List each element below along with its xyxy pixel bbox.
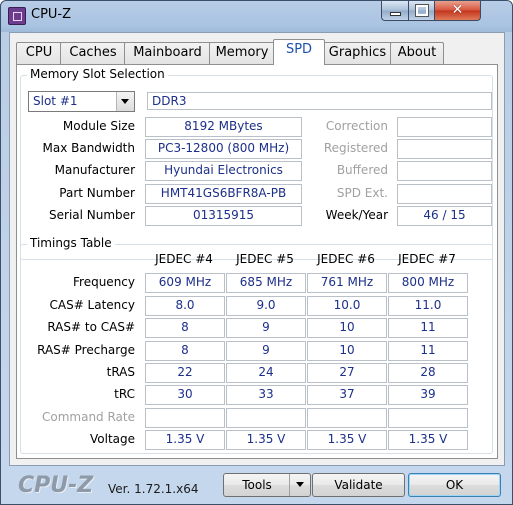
timing-cell: 761 MHz bbox=[307, 273, 387, 293]
buffered-label: Buffered bbox=[336, 163, 388, 177]
slot-select-dropdown[interactable] bbox=[116, 92, 134, 111]
timing-cell: 30 bbox=[145, 385, 225, 405]
timing-cell: 8 bbox=[145, 341, 225, 361]
module-size-label: Module Size bbox=[62, 119, 135, 133]
memory-slot-group: Memory Slot Selection Slot #1 DDR3 Modul… bbox=[20, 67, 493, 260]
chevron-down-icon bbox=[121, 99, 129, 104]
timing-cell: 10 bbox=[307, 318, 387, 338]
timing-cell: 11 bbox=[388, 318, 468, 338]
tab-graphics[interactable]: Graphics bbox=[323, 42, 392, 64]
trc-label: tRC bbox=[114, 387, 135, 401]
slot-select-value: Slot #1 bbox=[33, 94, 78, 108]
timing-cell: 1.35 V bbox=[145, 430, 225, 450]
timing-cell: 1.35 V bbox=[226, 430, 306, 450]
title-bar[interactable]: CPU-Z ✕ bbox=[1, 1, 512, 31]
module-size-field: 8192 MBytes bbox=[145, 117, 302, 137]
spd-ext-label: SPD Ext. bbox=[336, 186, 388, 200]
timing-cell: 10.0 bbox=[307, 296, 387, 316]
spd-ext-field bbox=[397, 184, 492, 204]
timing-cell: 24 bbox=[226, 363, 306, 383]
close-button[interactable]: ✕ bbox=[434, 1, 481, 21]
timing-cell: 1.35 V bbox=[307, 430, 387, 450]
tab-cpu[interactable]: CPU bbox=[16, 42, 62, 64]
timing-cell: 37 bbox=[307, 385, 387, 405]
manufacturer-label: Manufacturer bbox=[54, 163, 135, 177]
footer-bar: CPU-Z Ver. 1.72.1.x64 Tools Validate OK bbox=[1, 466, 512, 504]
timings-group: Timings Table JEDEC #4 JEDEC #5 JEDEC #6… bbox=[20, 236, 493, 454]
frequency-label: Frequency bbox=[73, 275, 135, 289]
timing-cell: 685 MHz bbox=[226, 273, 306, 293]
timing-cell: 1.35 V bbox=[388, 430, 468, 450]
timing-cell: 39 bbox=[388, 385, 468, 405]
window-title: CPU-Z bbox=[31, 7, 72, 22]
part-number-label: Part Number bbox=[59, 186, 135, 200]
correction-label: Correction bbox=[325, 119, 388, 133]
timing-cell bbox=[307, 408, 387, 428]
timing-cell: 33 bbox=[226, 385, 306, 405]
validate-button[interactable]: Validate bbox=[312, 473, 405, 497]
timing-cell: 609 MHz bbox=[145, 273, 225, 293]
timings-group-title: Timings Table bbox=[27, 236, 115, 250]
memory-type-field: DDR3 bbox=[147, 92, 492, 110]
maximize-button[interactable] bbox=[408, 1, 435, 21]
ok-button[interactable]: OK bbox=[408, 473, 501, 497]
timing-cell: 800 MHz bbox=[388, 273, 468, 293]
timing-cell: 11.0 bbox=[388, 296, 468, 316]
timing-cell: 22 bbox=[145, 363, 225, 383]
slot-select[interactable]: Slot #1 bbox=[28, 91, 135, 112]
timing-cell: 10 bbox=[307, 341, 387, 361]
timing-cell: 9.0 bbox=[226, 296, 306, 316]
ras-precharge-label: RAS# Precharge bbox=[37, 343, 135, 357]
cpuz-window: CPU-Z ✕ CPU Caches Mainboard Memory SPD … bbox=[0, 0, 513, 505]
timing-cell: 27 bbox=[307, 363, 387, 383]
timing-cell: 9 bbox=[226, 318, 306, 338]
buffered-field bbox=[397, 161, 492, 181]
tab-caches[interactable]: Caches bbox=[60, 42, 126, 64]
timings-column-header: JEDEC #7 bbox=[398, 252, 456, 266]
tab-mainboard[interactable]: Mainboard bbox=[124, 42, 211, 64]
timings-column-header: JEDEC #6 bbox=[317, 252, 375, 266]
max-bandwidth-field: PC3-12800 (800 MHz) bbox=[145, 139, 302, 159]
week-year-label: Week/Year bbox=[325, 208, 388, 222]
tab-memory[interactable]: Memory bbox=[209, 42, 275, 64]
timings-column-header: JEDEC #4 bbox=[155, 252, 213, 266]
timing-cell bbox=[145, 408, 225, 428]
tools-button-label: Tools bbox=[242, 478, 272, 492]
tras-label: tRAS bbox=[106, 365, 135, 379]
tools-dropdown[interactable] bbox=[289, 474, 310, 496]
command-rate-label: Command Rate bbox=[41, 410, 135, 424]
serial-number-label: Serial Number bbox=[49, 208, 135, 222]
registered-label: Registered bbox=[323, 141, 388, 155]
close-icon: ✕ bbox=[451, 2, 464, 18]
timing-cell bbox=[226, 408, 306, 428]
timing-cell: 11 bbox=[388, 341, 468, 361]
tab-spd[interactable]: SPD bbox=[273, 39, 325, 65]
serial-number-field: 01315915 bbox=[145, 206, 302, 226]
timing-cell: 8.0 bbox=[145, 296, 225, 316]
max-bandwidth-label: Max Bandwidth bbox=[42, 141, 135, 155]
timing-cell: 8 bbox=[145, 318, 225, 338]
version-label: Ver. 1.72.1.x64 bbox=[108, 482, 199, 496]
manufacturer-field: Hyundai Electronics bbox=[145, 161, 302, 181]
tools-button[interactable]: Tools bbox=[223, 473, 311, 497]
voltage-label: Voltage bbox=[89, 432, 135, 446]
registered-field bbox=[397, 139, 492, 159]
cpuz-brand-logo: CPU-Z bbox=[18, 473, 94, 498]
cas-latency-label: CAS# Latency bbox=[49, 298, 135, 312]
timing-cell: 28 bbox=[388, 363, 468, 383]
timing-cell bbox=[388, 408, 468, 428]
tab-about[interactable]: About bbox=[390, 42, 444, 64]
chevron-down-icon bbox=[296, 482, 304, 487]
timings-column-header: JEDEC #5 bbox=[236, 252, 294, 266]
ras-to-cas-label: RAS# to CAS# bbox=[47, 320, 135, 334]
spd-panel: Memory Slot Selection Slot #1 DDR3 Modul… bbox=[16, 64, 498, 459]
cpuz-app-icon[interactable] bbox=[8, 7, 26, 25]
memory-slot-group-title: Memory Slot Selection bbox=[27, 67, 168, 81]
part-number-field: HMT41GS6BFR8A-PB bbox=[145, 184, 302, 204]
timing-cell: 9 bbox=[226, 341, 306, 361]
main-content: CPU Caches Mainboard Memory SPD Graphics… bbox=[9, 32, 505, 466]
week-year-field: 46 / 15 bbox=[397, 206, 492, 226]
correction-field bbox=[397, 117, 492, 137]
minimize-button[interactable] bbox=[381, 1, 409, 21]
